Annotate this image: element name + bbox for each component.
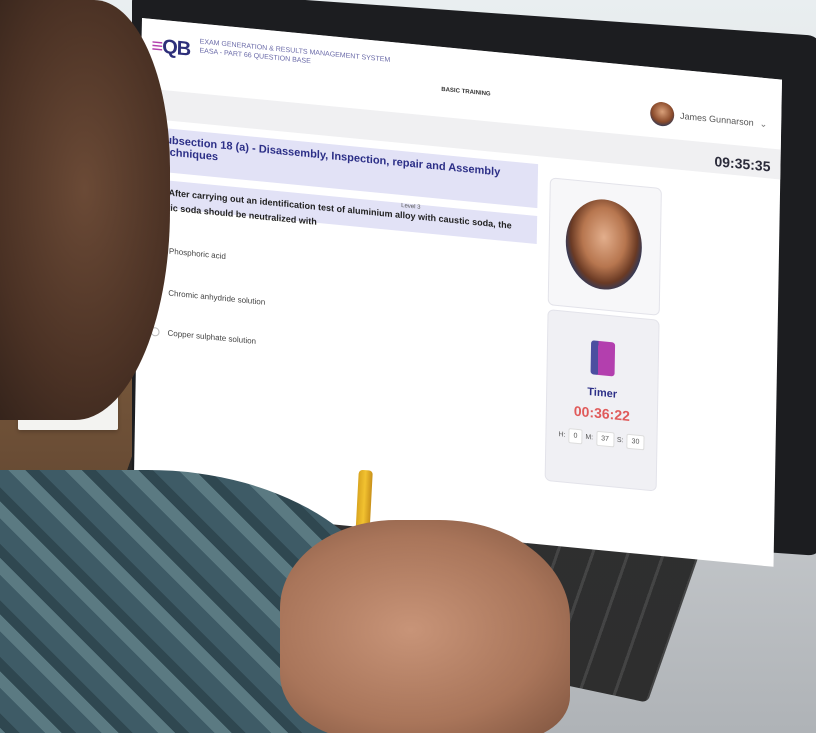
timer-value: 00:36:22 (573, 402, 631, 424)
nav-label[interactable]: BASIC TRAINING (441, 87, 490, 98)
timer-hms: H: 0 M: 37 S: 30 (546, 426, 656, 452)
user-name: James Gunnarson (680, 110, 754, 128)
option-3[interactable]: Copper sulphate solution (150, 326, 256, 346)
timer-card: Timer 00:36:22 H: 0 M: 37 S: 30 (544, 309, 660, 492)
photo-scene: ≡QB EXAM GENERATION & RESULTS MANAGEMENT… (0, 0, 816, 733)
option-2[interactable]: Chromic anhydride solution (151, 286, 265, 307)
app-logo: ≡QB (151, 34, 191, 61)
chevron-down-icon[interactable]: ⌄ (760, 118, 768, 130)
system-title: EXAM GENERATION & RESULTS MANAGEMENT SYS… (199, 38, 391, 66)
timer-icon (590, 340, 616, 377)
avatar (565, 195, 643, 294)
user-menu[interactable]: James Gunnarson ⌄ (649, 100, 768, 136)
candidate-photo-card (547, 177, 662, 316)
person-hand (280, 520, 570, 733)
avatar (649, 100, 675, 128)
